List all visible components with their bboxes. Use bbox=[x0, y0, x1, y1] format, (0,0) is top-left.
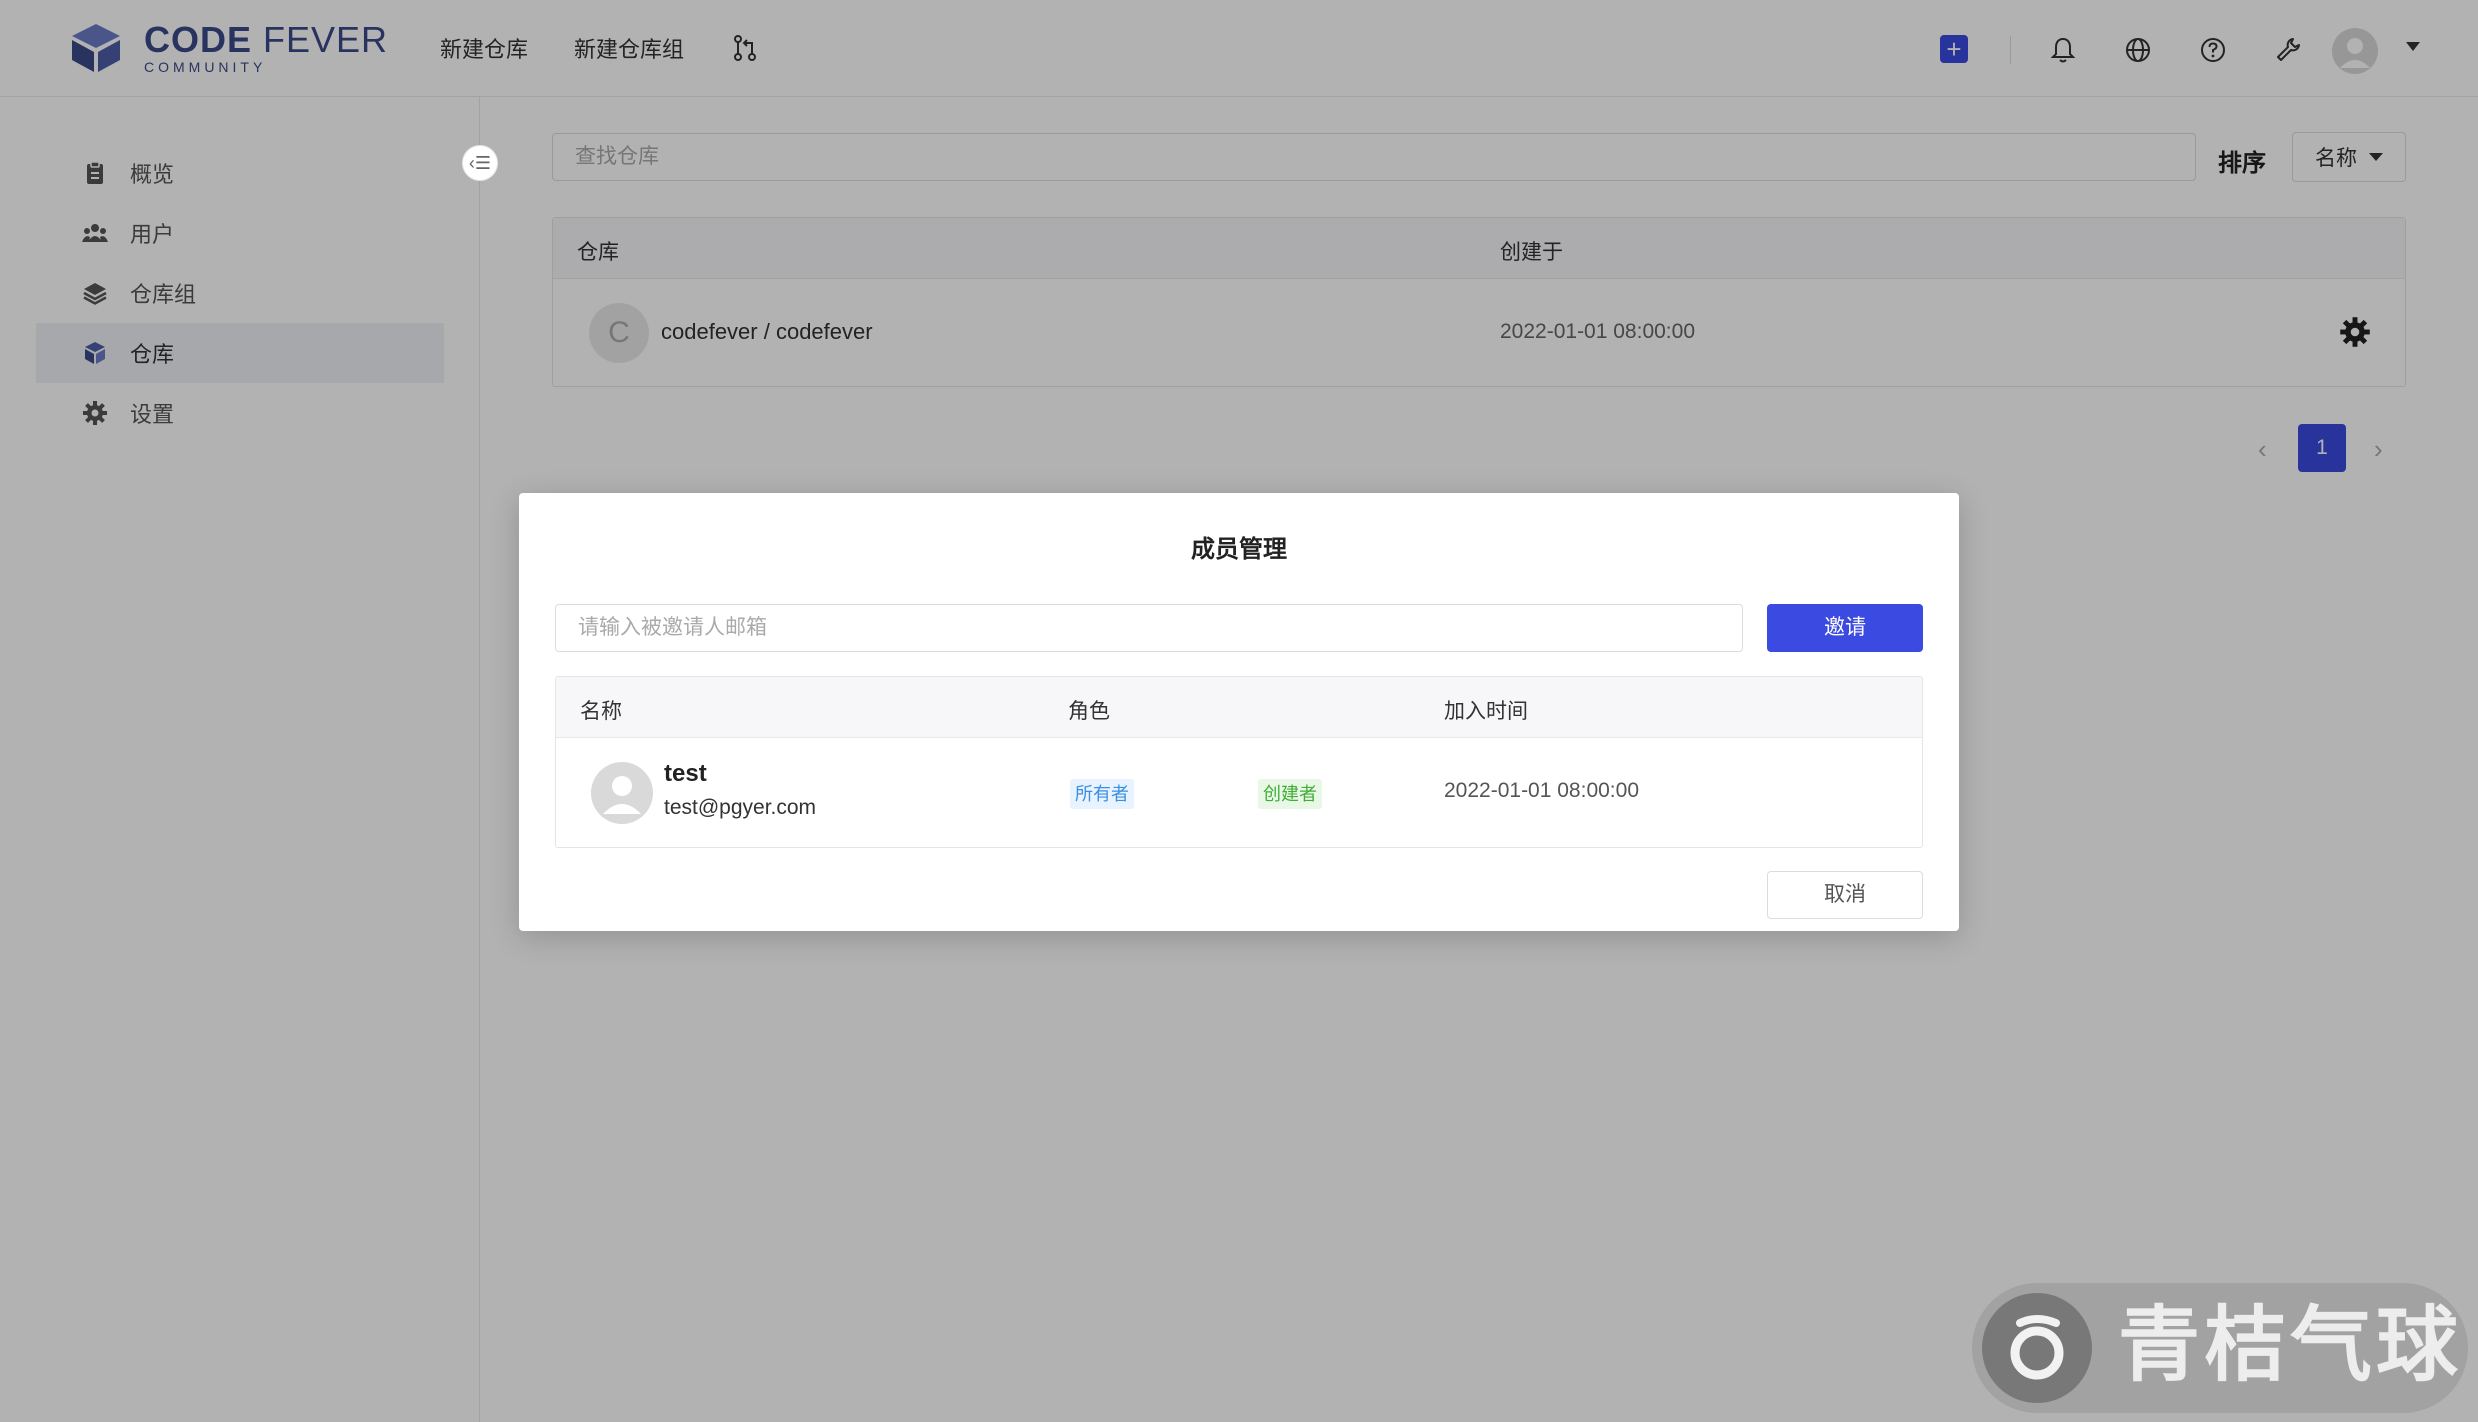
user-icon bbox=[603, 776, 641, 814]
invite-email-input[interactable] bbox=[555, 604, 1743, 652]
role-badge-owner: 所有者 bbox=[1070, 779, 1134, 809]
table-header: 名称 角色 加入时间 bbox=[556, 677, 1922, 738]
member-avatar bbox=[591, 762, 653, 824]
column-header-role: 角色 bbox=[1068, 700, 1110, 723]
table-row: test test@pgyer.com 所有者 创建者 2022-01-01 0… bbox=[556, 738, 1922, 848]
member-email: test@pgyer.com bbox=[664, 796, 817, 819]
member-management-dialog: 成员管理 邀请 名称 角色 加入时间 test test@pgyer.com 所… bbox=[519, 493, 1959, 931]
watermark-text: 青桔气球 bbox=[2118, 1298, 2463, 1393]
watermark: 青桔气球 bbox=[1972, 1283, 2468, 1413]
watermark-logo-icon bbox=[1982, 1293, 2092, 1403]
invite-button[interactable]: 邀请 bbox=[1767, 604, 1923, 652]
column-header-name: 名称 bbox=[580, 700, 622, 723]
role-badge-creator: 创建者 bbox=[1258, 779, 1322, 809]
member-joined-date: 2022-01-01 08:00:00 bbox=[1444, 779, 1639, 802]
cancel-button[interactable]: 取消 bbox=[1767, 871, 1923, 919]
column-header-joined: 加入时间 bbox=[1444, 700, 1528, 723]
member-username: test bbox=[664, 760, 707, 787]
collapse-sidebar-button[interactable]: ‹☰ bbox=[462, 145, 498, 181]
dialog-title: 成员管理 bbox=[1191, 536, 1287, 563]
member-table: 名称 角色 加入时间 test test@pgyer.com 所有者 创建者 2… bbox=[555, 676, 1923, 848]
